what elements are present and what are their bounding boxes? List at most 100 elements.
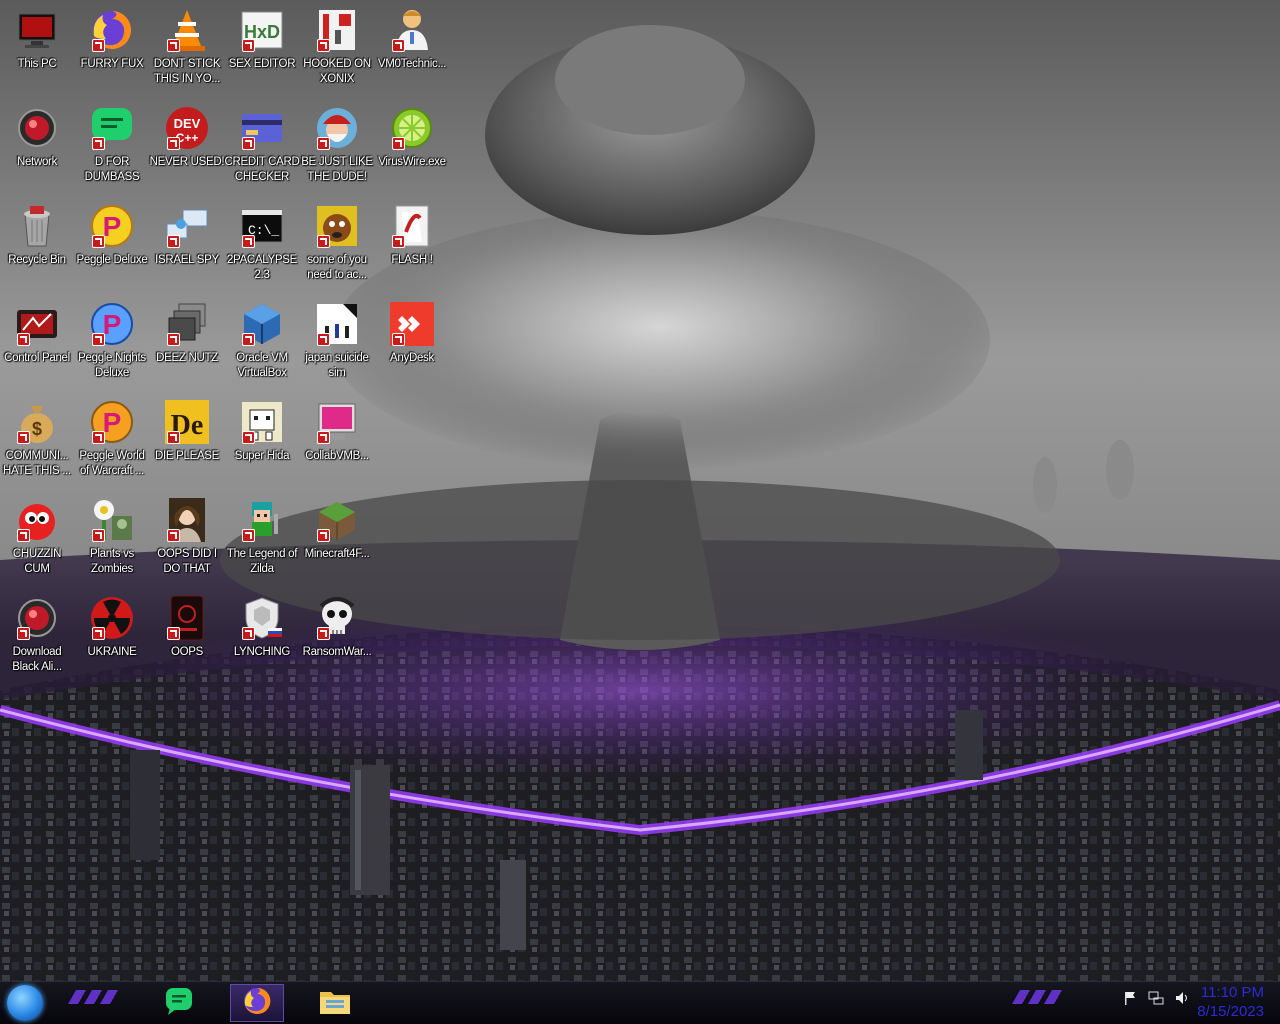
desktop-icon-label: CREDIT CARD CHECKER: [224, 156, 300, 183]
desktop-icon-label: DIE PLEASE: [154, 450, 220, 462]
hxd-hex-editor-icon: HxD: [238, 6, 286, 54]
desktop-icon-peggle-wow[interactable]: P Peggle World of Warcraft ...: [75, 392, 149, 488]
monitor-icon: [313, 398, 361, 446]
desktop-icon-doctor-person[interactable]: VM0Technic...: [375, 0, 449, 96]
desktop-icon-game-cover[interactable]: japan suicide sim: [300, 294, 374, 390]
clock-time: 11:10 PM: [1200, 984, 1264, 1001]
network-computers-icon: [163, 202, 211, 250]
chuzzle-icon: [13, 496, 61, 544]
taskbar-file-explorer-button[interactable]: [308, 984, 362, 1022]
virtualbox-cube-icon: [238, 300, 286, 348]
desktop-icon-firefox[interactable]: FURRY FUX: [75, 0, 149, 96]
pixel-hero-icon: [238, 496, 286, 544]
network-icon[interactable]: [1148, 990, 1164, 1006]
skull-icon: [313, 594, 361, 642]
shortcut-arrow-icon: [317, 431, 330, 444]
portrait-icon: [163, 496, 211, 544]
flag-icon[interactable]: [1122, 990, 1138, 1006]
desktop-icon-recycle-bin[interactable]: Recycle Bin: [0, 196, 74, 292]
desktop-icon-peggle[interactable]: P Peggle Deluxe: [75, 196, 149, 292]
desktop-icon-de-logo[interactable]: De DIE PLEASE: [150, 392, 224, 488]
flash-player-icon: [388, 202, 436, 250]
desktop-icon-monitor[interactable]: CollabVMB...: [300, 392, 374, 488]
desktop-icon-label: Oracle VM VirtualBox: [236, 352, 288, 379]
xonix-game-icon: [313, 6, 361, 54]
stacked-windows-icon: [163, 300, 211, 348]
clock-date: 8/15/2023: [1197, 1003, 1264, 1020]
desktop-icon-label: RansomWar...: [302, 646, 372, 658]
desktop-icon-shield-crest[interactable]: LYNCHING: [225, 588, 299, 684]
credit-card-icon: [238, 104, 286, 152]
taskbar-decoration-left: [67, 990, 121, 1004]
shortcut-arrow-icon: [392, 39, 405, 52]
desktop-icon-flash-player[interactable]: FLASH !: [375, 196, 449, 292]
desktop-icon-virtualbox-cube[interactable]: Oracle VM VirtualBox: [225, 294, 299, 390]
svg-text:P: P: [103, 211, 122, 242]
desktop-icon-credit-card[interactable]: CREDIT CARD CHECKER: [224, 98, 300, 194]
desktop-icon-stacked-windows[interactable]: DEEZ NUTZ: [150, 294, 224, 390]
desktop-icon-network-orb[interactable]: Network: [0, 98, 74, 194]
desktop-icon-label: Peggle Deluxe: [76, 254, 148, 266]
shortcut-arrow-icon: [317, 137, 330, 150]
desktop-icon-money-bag[interactable]: $ COMMUNI... HATE THIS ...: [0, 392, 74, 488]
shortcut-arrow-icon: [167, 137, 180, 150]
desktop-icon-vlc-cone[interactable]: DONT STICK THIS IN YO...: [150, 0, 224, 96]
dog-face-icon: [313, 202, 361, 250]
plants-vs-zombies-icon: [88, 496, 136, 544]
shortcut-arrow-icon: [17, 627, 30, 640]
desktop-icon-chuzzle[interactable]: CHUZZIN CUM: [0, 490, 74, 586]
recycle-bin-icon: [13, 202, 61, 250]
desktop-icon-computer[interactable]: This PC: [0, 0, 74, 96]
shortcut-arrow-icon: [167, 39, 180, 52]
desktop-icon-label: Download Black Ali...: [12, 646, 62, 673]
desktop-icon-network-computers[interactable]: ISRAEL SPY: [150, 196, 224, 292]
desktop-icon-dog-face[interactable]: some of you need to ac...: [300, 196, 374, 292]
desktop-icon-grass-block[interactable]: Minecraft4F...: [300, 490, 374, 586]
desktop-icon-label: LYNCHING: [233, 646, 291, 658]
shortcut-arrow-icon: [317, 333, 330, 346]
shortcut-arrow-icon: [167, 529, 180, 542]
desktop-icon-dark-card[interactable]: OOPS: [150, 588, 224, 684]
desktop-icon-xonix-game[interactable]: HOOKED ON XONIX: [300, 0, 374, 96]
desktop-icon-label: some of you need to ac...: [307, 254, 367, 281]
desktop-icon-label: Peggle World of Warcraft ...: [79, 450, 145, 477]
shortcut-arrow-icon: [92, 529, 105, 542]
desktop-icon-anydesk[interactable]: AnyDesk: [375, 294, 449, 390]
chat-bubble-icon: [164, 986, 194, 1021]
desktop-icon-terminal[interactable]: C:\_ 2PACALYPSE 2.3: [225, 196, 299, 292]
desktop-icon-plants-vs-zombies[interactable]: Plants vs Zombies: [75, 490, 149, 586]
desktop-icon-pixel-dog[interactable]: Super Hida: [225, 392, 299, 488]
desktop-icon-santa-face[interactable]: BE JUST LIKE THE DUDE!: [300, 98, 374, 194]
desktop-icon-pixel-hero[interactable]: The Legend of Zilda: [225, 490, 299, 586]
desktop-icon-label: Network: [16, 156, 58, 168]
desktop-icon-control-panel[interactable]: Control Panel: [0, 294, 74, 390]
desktop-icon-radiation[interactable]: UKRAINE: [75, 588, 149, 684]
desktop-icon-chat-bubble[interactable]: D FOR DUMBASS: [75, 98, 149, 194]
desktop-icon-portrait[interactable]: OOPS DID I DO THAT: [150, 490, 224, 586]
desktop-icon-peggle-nights[interactable]: P Peggle Nights Deluxe: [75, 294, 149, 390]
vlc-cone-icon: [163, 6, 211, 54]
desktop-icon-label: 2PACALYPSE 2.3: [226, 254, 298, 281]
shortcut-arrow-icon: [242, 39, 255, 52]
lime-icon: [388, 104, 436, 152]
peggle-icon: P: [88, 202, 136, 250]
svg-text:DEV: DEV: [174, 116, 201, 131]
desktop-icon-dev-cpp[interactable]: DEV C++ NEVER USED!: [150, 98, 225, 194]
svg-text:P: P: [103, 309, 122, 340]
desktop-icon-label: DEEZ NUTZ: [156, 352, 218, 364]
desktop-icon-hxd-hex-editor[interactable]: HxD SEX EDITOR: [225, 0, 299, 96]
taskbar-clock[interactable]: 11:10 PM 8/15/2023: [1184, 983, 1264, 1021]
shortcut-arrow-icon: [242, 333, 255, 346]
desktop-icon-skull[interactable]: RansomWar...: [300, 588, 374, 684]
shortcut-arrow-icon: [242, 137, 255, 150]
shortcut-arrow-icon: [392, 137, 405, 150]
desktop-icon-label: CHUZZIN CUM: [12, 548, 62, 575]
desktop-icon-download-orb[interactable]: Download Black Ali...: [0, 588, 74, 684]
taskbar-chat-button[interactable]: [152, 984, 206, 1022]
shortcut-arrow-icon: [317, 235, 330, 248]
desktop-icon-lime[interactable]: VirusWire.exe: [375, 98, 449, 194]
start-orb-icon[interactable]: [7, 985, 43, 1021]
taskbar-firefox-button[interactable]: [230, 984, 284, 1022]
firefox-icon: [88, 6, 136, 54]
shortcut-arrow-icon: [317, 39, 330, 52]
